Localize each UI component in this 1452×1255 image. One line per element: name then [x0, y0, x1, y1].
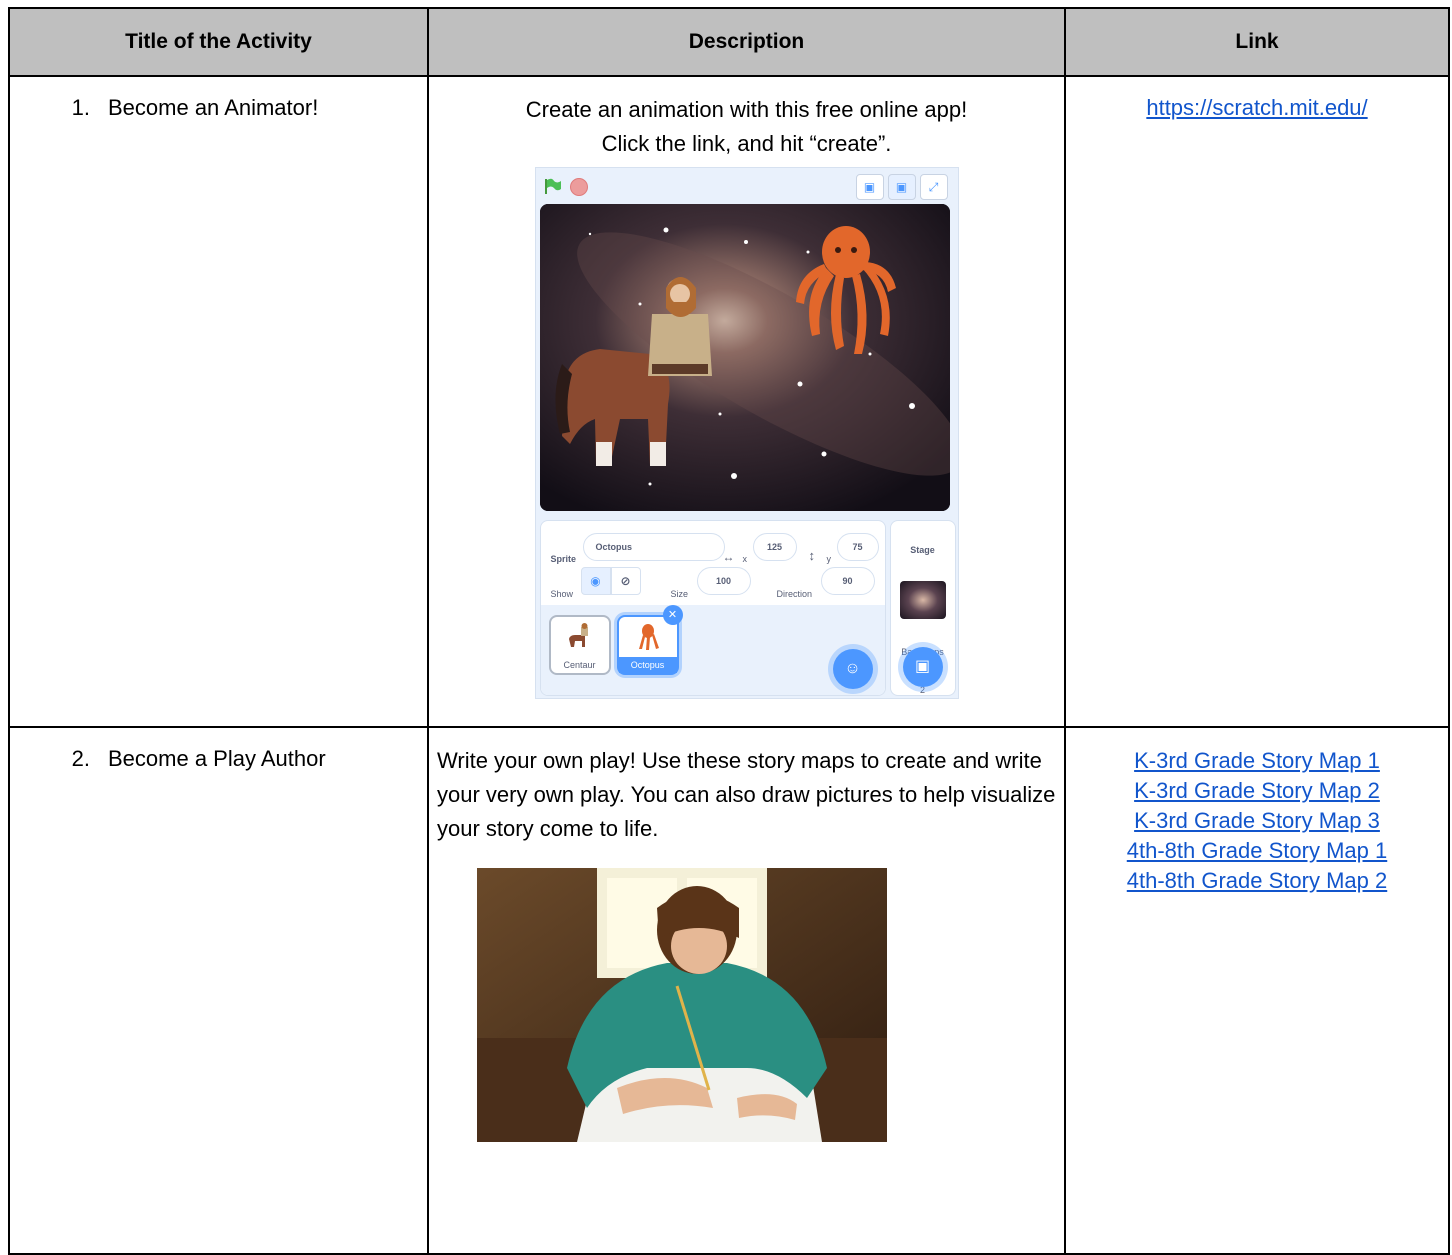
activity-number: 1. — [71, 95, 90, 120]
activity-title: Become a Play Author — [108, 746, 326, 771]
sprite-list: Centaur Octopus ✕ ☺ — [540, 605, 885, 695]
story-map-link[interactable]: K-3rd Grade Story Map 2 — [1066, 776, 1448, 806]
y-input[interactable]: 75 — [836, 533, 879, 561]
table-row: 1. Become an Animator! Create an animatio… — [8, 75, 1450, 728]
story-map-link[interactable]: 4th-8th Grade Story Map 1 — [1066, 836, 1448, 866]
story-map-link[interactable]: K-3rd Grade Story Map 1 — [1066, 746, 1448, 776]
stage-label: Stage — [910, 545, 935, 555]
description-line: Create an animation with this free onlin… — [525, 97, 968, 122]
stage-panel: Stage Backdrops 2 ▣ — [889, 520, 956, 696]
activity-link-cell: K-3rd Grade Story Map 1 K-3rd Grade Stor… — [1064, 726, 1450, 1255]
x-input[interactable]: 125 — [752, 533, 797, 561]
size-input[interactable]: 100 — [696, 567, 751, 595]
header-description: Description — [427, 7, 1066, 77]
scratch-link[interactable]: https://scratch.mit.edu/ — [1146, 95, 1367, 120]
show-hidden-icon[interactable]: ⊘ — [610, 567, 641, 595]
activity-description-cell: Write your own play! Use these story map… — [427, 726, 1066, 1255]
activity-description-cell: Create an animation with this free onlin… — [427, 75, 1066, 728]
direction-input[interactable]: 90 — [820, 567, 875, 595]
sprite-label: Sprite — [550, 554, 577, 564]
add-backdrop-icon[interactable]: ▣ — [902, 647, 943, 687]
header-row: Title of the Activity Description Link — [8, 7, 1450, 77]
sprite-info-panel: Sprite Octopus ↔ x 125 ↕ y 75 Show ◉ ⊘ S… — [539, 520, 886, 696]
boy-writing-photo — [477, 868, 887, 1142]
show-visible-icon[interactable]: ◉ — [580, 567, 611, 595]
activity-link-cell: https://scratch.mit.edu/ — [1064, 75, 1450, 728]
add-sprite-icon[interactable]: ☺ — [832, 649, 873, 689]
sprite-name-input[interactable]: Octopus — [582, 533, 725, 561]
octopus-icon — [638, 624, 659, 650]
normal-stage-icon: ▣ — [887, 174, 916, 200]
description-text: Write your own play! Use these story map… — [437, 748, 1056, 841]
stage-thumbnail[interactable] — [899, 581, 946, 619]
header-link: Link — [1064, 7, 1450, 77]
stage-canvas — [539, 204, 950, 511]
activities-table: Title of the Activity Description Link 1… — [8, 7, 1450, 1255]
activity-title-cell: 2. Become a Play Author — [8, 726, 429, 1255]
story-map-link[interactable]: K-3rd Grade Story Map 3 — [1066, 806, 1448, 836]
scratch-screenshot: ▣ ▣ ⤢ Sprite Octopus ↔ x 125 ↕ y 75 Show… — [534, 167, 959, 699]
activity-title-cell: 1. Become an Animator! — [8, 75, 429, 728]
header-title: Title of the Activity — [8, 7, 429, 77]
story-map-link[interactable]: 4th-8th Grade Story Map 2 — [1066, 866, 1448, 896]
fullscreen-icon: ⤢ — [919, 174, 948, 200]
activity-number: 2. — [71, 746, 90, 771]
green-flag-icon — [544, 178, 561, 194]
description-line: Click the link, and hit “create”. — [601, 131, 892, 156]
table-row: 2. Become a Play Author Write your own pl… — [8, 726, 1450, 1255]
delete-sprite-icon[interactable]: ✕ — [662, 605, 683, 625]
sprite-label-text: Octopus — [618, 657, 677, 673]
centaur-icon — [568, 623, 588, 647]
small-stage-icon: ▣ — [855, 174, 884, 200]
sprite-label-text: Centaur — [563, 660, 596, 670]
sprite-thumb-centaur[interactable]: Centaur — [548, 615, 611, 675]
stop-icon — [569, 178, 588, 196]
sprite-properties: Sprite Octopus ↔ x 125 ↕ y 75 Show ◉ ⊘ S… — [540, 521, 885, 606]
activity-title: Become an Animator! — [108, 95, 319, 120]
scratch-toolbar: ▣ ▣ ⤢ — [536, 168, 958, 202]
y-arrow-icon: ↕ — [808, 548, 816, 563]
